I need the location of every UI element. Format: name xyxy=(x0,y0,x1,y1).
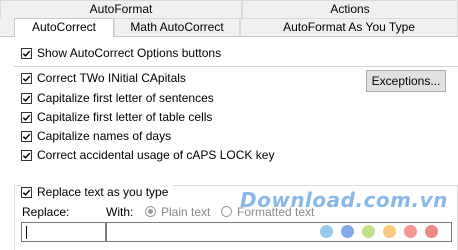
watermark-dot xyxy=(383,225,396,238)
divider xyxy=(14,66,458,67)
tab-label: Math AutoCorrect xyxy=(130,20,224,34)
watermark-dot xyxy=(320,225,333,238)
checkmark-icon xyxy=(22,95,31,102)
tab-label: AutoFormat xyxy=(89,2,153,16)
checkbox-label: Capitalize first letter of table cells xyxy=(37,110,213,124)
checkbox-label: Capitalize first letter of sentences xyxy=(37,91,214,105)
checkbox-box[interactable] xyxy=(21,149,32,161)
capitalize-table-cells-checkbox[interactable]: Capitalize first letter of table cells xyxy=(21,109,212,125)
checkmark-icon xyxy=(22,152,31,159)
replace-text-as-you-type-checkbox[interactable]: Replace text as you type xyxy=(21,184,173,200)
checkmark-icon xyxy=(22,114,31,121)
tab-actions[interactable]: Actions xyxy=(242,0,458,18)
checkbox-label: Capitalize names of days xyxy=(37,129,172,143)
with-label: With: xyxy=(106,205,134,219)
checkmark-icon xyxy=(22,133,31,140)
tab-label: Actions xyxy=(330,2,370,16)
radio-button-icon[interactable] xyxy=(145,206,156,217)
plain-text-radio[interactable]: Plain text xyxy=(145,205,210,219)
checkbox-box[interactable] xyxy=(21,72,32,84)
tab-autocorrect[interactable]: AutoCorrect xyxy=(14,18,114,37)
checkbox-box[interactable] xyxy=(21,47,32,59)
show-autocorrect-options-checkbox[interactable]: Show AutoCorrect Options buttons xyxy=(21,45,221,61)
checkbox-label: Show AutoCorrect Options buttons xyxy=(37,46,222,60)
checkbox-label: Replace text as you type xyxy=(37,185,169,199)
watermark-logo: Download.com.vn xyxy=(240,188,448,212)
tab-autoformat[interactable]: AutoFormat xyxy=(0,0,242,18)
checkmark-icon xyxy=(22,50,31,57)
radio-label: Plain text xyxy=(161,205,211,219)
tab-math-autocorrect[interactable]: Math AutoCorrect xyxy=(114,18,240,36)
checkbox-label: Correct TWo INitial CApitals xyxy=(37,71,186,85)
watermark-text: Download.com.vn xyxy=(240,188,448,212)
exceptions-button[interactable]: Exceptions... xyxy=(366,70,446,92)
replace-input[interactable] xyxy=(21,222,106,242)
checkbox-box[interactable] xyxy=(21,130,32,142)
tab-row-bottom: AutoCorrect Math AutoCorrect AutoFormat … xyxy=(0,18,458,37)
with-input[interactable] xyxy=(106,222,452,242)
checkmark-icon xyxy=(22,75,31,82)
caps-lock-checkbox[interactable]: Correct accidental usage of cAPS LOCK ke… xyxy=(21,147,274,163)
checkbox-box[interactable] xyxy=(21,92,32,104)
radio-button-icon[interactable] xyxy=(221,206,232,217)
replace-label: Replace: xyxy=(22,205,70,219)
tab-label: AutoFormat As You Type xyxy=(283,20,415,34)
watermark-dot xyxy=(425,225,438,238)
text-cursor xyxy=(26,226,27,239)
checkmark-icon xyxy=(22,189,31,196)
correct-two-initial-capitals-checkbox[interactable]: Correct TWo INitial CApitals xyxy=(21,70,186,86)
watermark-dot xyxy=(341,225,354,238)
button-label: Exceptions... xyxy=(371,74,441,88)
capitalize-sentences-checkbox[interactable]: Capitalize first letter of sentences xyxy=(21,90,214,106)
tab-row-top: AutoFormat Actions xyxy=(0,0,458,18)
watermark-dot xyxy=(404,225,417,238)
tab-autoformat-as-you-type[interactable]: AutoFormat As You Type xyxy=(240,18,458,36)
capitalize-days-checkbox[interactable]: Capitalize names of days xyxy=(21,128,171,144)
tab-label: AutoCorrect xyxy=(31,20,97,34)
watermark-dot xyxy=(362,225,375,238)
checkbox-label: Correct accidental usage of cAPS LOCK ke… xyxy=(37,148,275,162)
checkbox-box[interactable] xyxy=(21,186,32,198)
checkbox-box[interactable] xyxy=(21,111,32,123)
